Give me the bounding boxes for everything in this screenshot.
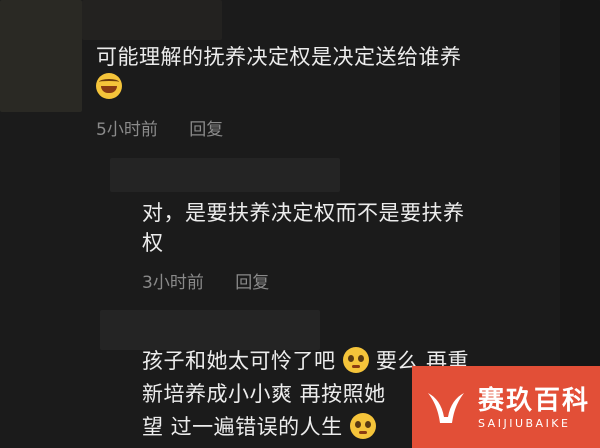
- laughing-face-icon: [96, 73, 122, 99]
- comment-1-time: 5小时前: [96, 120, 158, 140]
- reply-1-user-blurred: [110, 158, 340, 192]
- comment-1-reply-button[interactable]: 回复: [189, 120, 223, 140]
- watermark-cn-text: 赛玖百科: [478, 385, 591, 416]
- comment-1-meta: 5小时前 回复: [96, 115, 249, 140]
- reply-1-text: 对，是要扶养决定权而不是要扶养 权: [142, 201, 465, 255]
- username-blurred: [82, 0, 222, 40]
- watermark-en-text: SAIJIUBAIKE: [478, 416, 571, 430]
- reply-1-reply-button[interactable]: 回复: [235, 273, 269, 293]
- avatar-blurred: [0, 0, 82, 112]
- pleading-face-icon: [349, 413, 376, 439]
- reply-1-meta: 3小时前 回复: [142, 268, 295, 293]
- reply-2-user-blurred: [100, 310, 320, 350]
- comment-1-text: 可能理解的抚养决定权是决定送给谁养: [96, 42, 462, 102]
- pleading-face-icon: [342, 347, 369, 373]
- watermark-badge: 赛玖百科 SAIJIUBAIKE: [412, 366, 600, 448]
- reply-1-time: 3小时前: [142, 273, 204, 293]
- whale-tail-logo-icon: [422, 383, 470, 431]
